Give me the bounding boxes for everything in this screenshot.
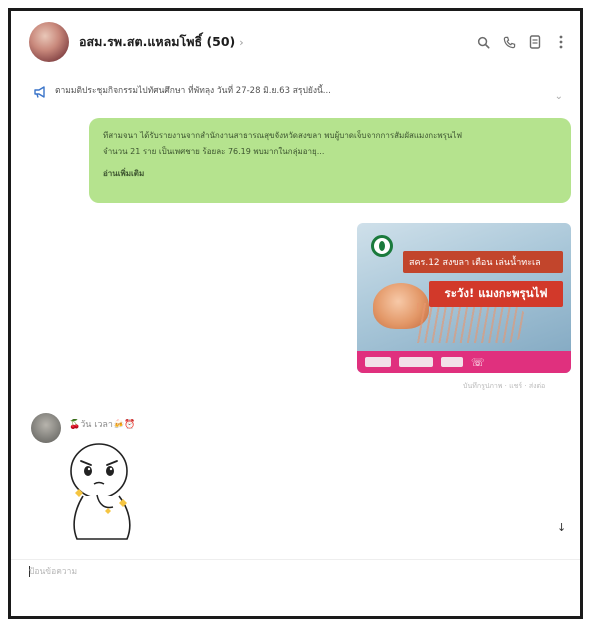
footer-logo [399,357,433,367]
phone-icon[interactable] [502,35,516,49]
chat-header: อสม.รพ.สต.แหลมโพธิ์ (50) › [11,11,580,73]
header-actions [476,35,568,49]
message-line: ทีสามจนา ได้รับรายงานจากสำนักงานสาธารณสุ… [103,131,463,140]
ministry-logo [371,235,393,257]
message-input[interactable] [29,563,559,581]
megaphone-icon [33,85,47,102]
footer-logo [441,357,463,367]
read-more-link[interactable]: อ่านเพิ่มเติม [103,166,557,182]
image-actions[interactable]: บันทึกรูปภาพ · แชร์ · ส่งต่อ [463,381,545,392]
footer-logo [365,357,391,367]
image-message[interactable]: สคร.12 สงขลา เตือน เล่นน้ำทะเล ระวัง! แม… [357,223,571,373]
text-message-bubble[interactable]: ทีสามจนา ได้รับรายงานจากสำนักงานสาธารณสุ… [89,118,571,203]
phone-icon: ☏ [471,355,485,369]
jellyfish-tentacles [417,303,527,343]
scroll-down-icon[interactable]: ↓ [557,521,566,534]
poster-headline: สคร.12 สงขลา เตือน เล่นน้ำทะเล [403,251,563,273]
announcement-text: ตามมติประชุมกิจกรรมไปทัศนศึกษา ที่พัทลุง… [55,86,331,96]
chat-window: อสม.รพ.สต.แหลมโพธิ์ (50) › ตามมติประชุมก… [8,8,583,619]
message-line: จำนวน 21 ราย เป็นเพศชาย ร้อยละ 76.19 พบม… [103,147,325,156]
search-icon[interactable] [476,35,490,49]
sender-name: 🍒วัน เวลา🍻⏰ [69,420,136,430]
poster-warning: ระวัง! แมงกะพรุนไฟ [429,281,563,307]
poster-footer: ☏ [357,351,571,373]
notes-icon[interactable] [528,35,542,49]
chat-title[interactable]: อสม.รพ.สต.แหลมโพธิ์ (50) [79,32,235,52]
chevron-right-icon[interactable]: › [239,36,243,49]
sticker-message[interactable] [57,439,153,557]
group-avatar[interactable] [29,22,69,62]
more-vertical-icon[interactable] [554,35,568,49]
divider [11,559,580,560]
chevron-down-icon[interactable]: ⌄ [555,91,563,102]
